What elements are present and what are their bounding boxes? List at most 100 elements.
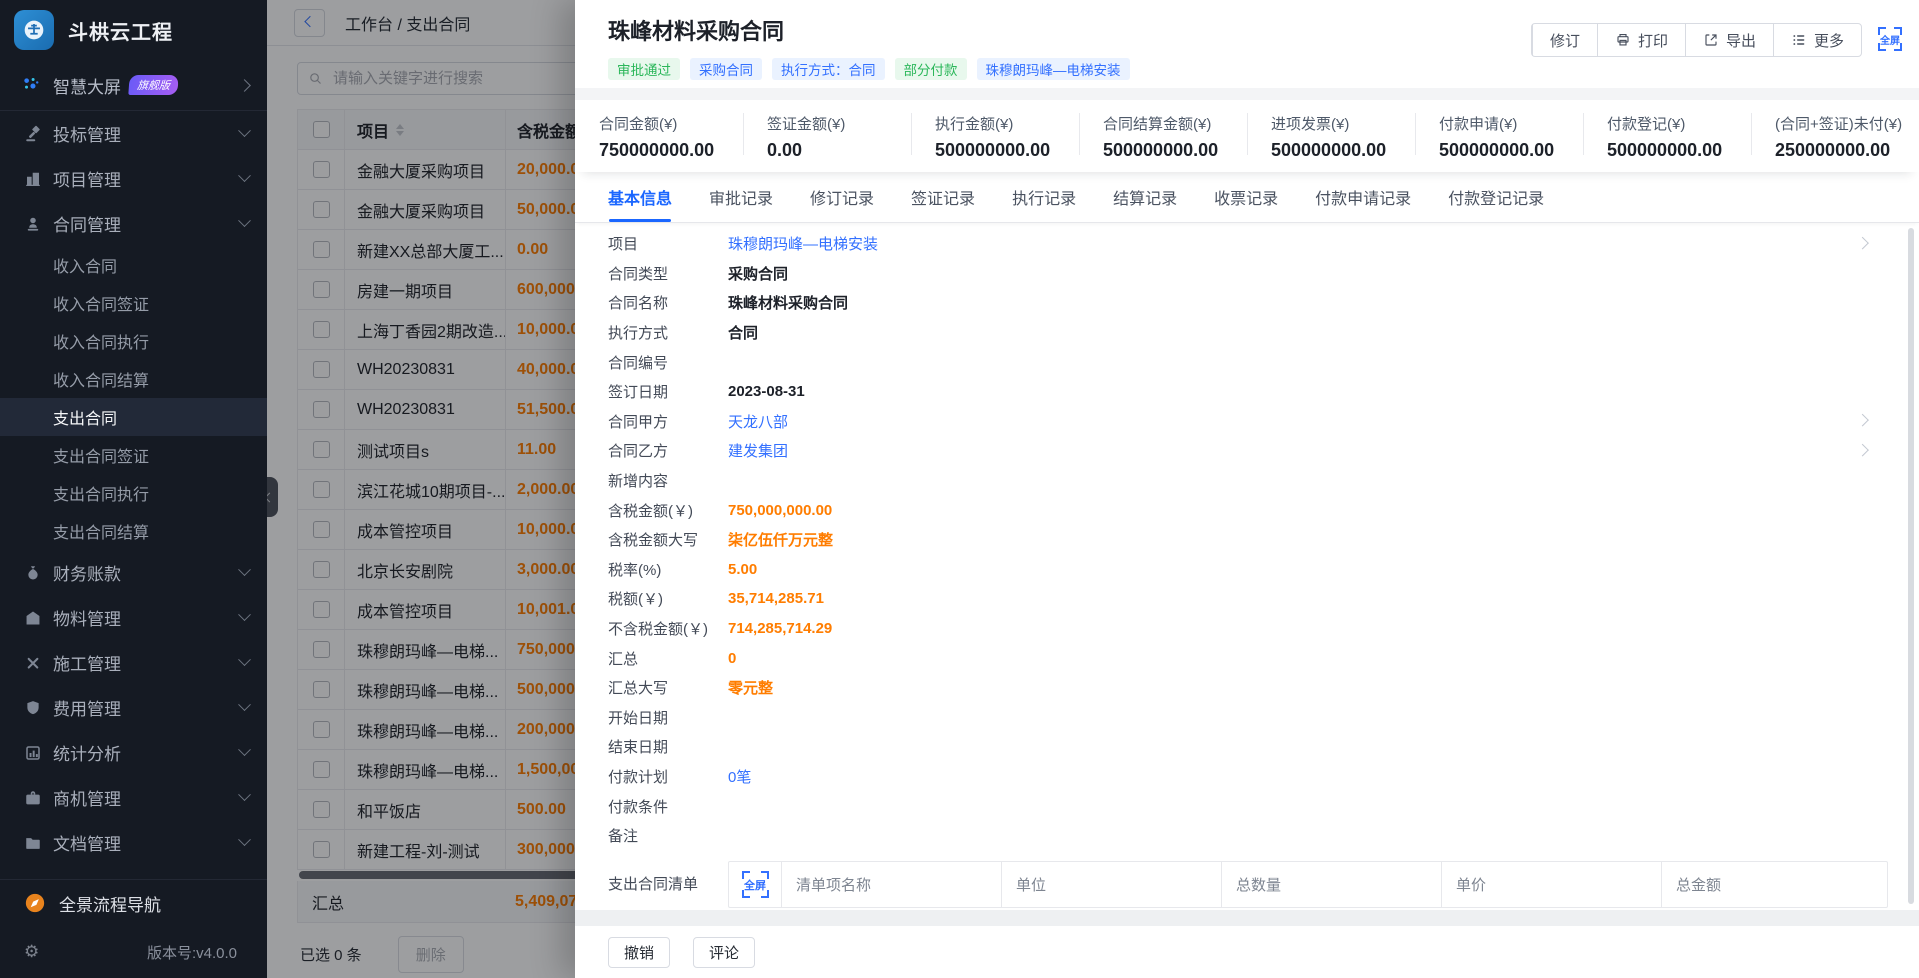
- table-fullscreen-icon[interactable]: 全屏: [742, 871, 769, 898]
- chevron-right-icon[interactable]: [1856, 444, 1869, 457]
- export-icon: [1703, 32, 1719, 48]
- list-column-header: 总数量: [1222, 862, 1442, 907]
- panorama-label: 全景流程导航: [59, 891, 161, 916]
- tab-label: 修订记录: [810, 185, 874, 209]
- summary-metric: (合同+签证)未付(¥) 250000000.00: [1751, 100, 1919, 172]
- field-row: 合同类型 采购合同: [608, 259, 1911, 289]
- tab-label: 付款申请记录: [1315, 185, 1411, 209]
- metric-value: 750000000.00: [599, 140, 743, 161]
- sidebar-menu-item[interactable]: 投标管理: [0, 111, 267, 156]
- field-row: 备注: [608, 821, 1911, 851]
- tab[interactable]: 修订记录: [810, 172, 874, 222]
- summary-metric: 付款登记(¥) 500000000.00: [1583, 100, 1751, 172]
- field-row: 执行方式 合同: [608, 318, 1911, 348]
- sidebar-menu-item[interactable]: 统计分析: [0, 730, 267, 775]
- sidebar-submenu-item[interactable]: 支出合同执行: [0, 474, 267, 512]
- vip-badge: 旗舰版: [128, 75, 178, 95]
- printer-icon: [1615, 32, 1631, 48]
- sidebar-submenu-item[interactable]: 收入合同结算: [0, 360, 267, 398]
- shield-icon: [24, 699, 42, 717]
- sidebar-submenu-item[interactable]: 收入合同执行: [0, 322, 267, 360]
- sidebar-menu-item[interactable]: 费用管理: [0, 685, 267, 730]
- metric-value: 0.00: [767, 140, 911, 161]
- metric-label: 合同金额(¥): [599, 113, 743, 134]
- tab[interactable]: 执行记录: [1012, 172, 1076, 222]
- field-row: 含税金额大写 柒亿伍仟万元整: [608, 525, 1911, 555]
- field-label: 汇总: [608, 648, 728, 669]
- app-logo-icon: [14, 10, 54, 50]
- action-button[interactable]: 导出: [1685, 24, 1773, 56]
- sidebar-menu-item[interactable]: 财务账款: [0, 550, 267, 595]
- metric-value: 250000000.00: [1775, 140, 1919, 161]
- sidebar-submenu-item[interactable]: 收入合同签证: [0, 284, 267, 322]
- tab[interactable]: 付款登记记录: [1448, 172, 1544, 222]
- version-text: 版本号:v4.0.0: [147, 942, 237, 963]
- sidebar-item-panorama-nav[interactable]: 全景流程导航: [0, 879, 267, 926]
- header-divider: [575, 88, 1919, 100]
- sidebar-submenu-item[interactable]: 支出合同签证: [0, 436, 267, 474]
- sidebar-menu-item[interactable]: 施工管理: [0, 640, 267, 685]
- field-label: 付款条件: [608, 796, 728, 817]
- field-row: 签订日期 2023-08-31: [608, 377, 1911, 407]
- field-value: 零元整: [728, 677, 773, 698]
- field-value: 珠穆朗玛峰—电梯安装: [728, 233, 878, 254]
- sidebar-menu-item[interactable]: 资金账户管理: [0, 865, 267, 880]
- footer-button[interactable]: 评论: [693, 937, 755, 968]
- drawer-header: 珠峰材料采购合同 审批通过 采购合同 执行方式：合同 部分付款 珠穆朗玛峰—电梯…: [575, 0, 1919, 88]
- sidebar-menu-item[interactable]: 合同管理: [0, 201, 267, 246]
- sidebar-submenu-label: 收入合同结算: [53, 367, 149, 391]
- sidebar-submenu-label: 支出合同执行: [53, 481, 149, 505]
- action-button[interactable]: 修订: [1532, 24, 1597, 56]
- action-button[interactable]: 打印: [1597, 24, 1685, 56]
- chevron-right-icon[interactable]: [1856, 237, 1869, 250]
- sidebar-item-smart-screen[interactable]: 智慧大屏 旗舰版: [0, 60, 267, 111]
- sidebar-menu-label: 投标管理: [53, 121, 240, 146]
- field-label: 开始日期: [608, 707, 728, 728]
- footer-button[interactable]: 撤销: [608, 937, 670, 968]
- tab[interactable]: 付款申请记录: [1315, 172, 1411, 222]
- sidebar-menu-label: 文档管理: [53, 830, 240, 855]
- tab[interactable]: 签证记录: [911, 172, 975, 222]
- field-row: 汇总大写 零元整: [608, 673, 1911, 703]
- tab-label: 收票记录: [1214, 185, 1278, 209]
- tab-label: 执行记录: [1012, 185, 1076, 209]
- metric-value: 500000000.00: [935, 140, 1079, 161]
- gear-icon[interactable]: ⚙: [24, 942, 39, 962]
- gavel-icon: [24, 125, 42, 143]
- status-tag: 执行方式：合同: [772, 58, 885, 80]
- fullscreen-icon[interactable]: 全屏: [1878, 27, 1902, 51]
- sidebar-menu-label: 统计分析: [53, 740, 240, 765]
- sidebar-submenu-item[interactable]: 收入合同: [0, 246, 267, 284]
- field-row: 含税金额(￥) 750,000,000.00: [608, 495, 1911, 525]
- action-button-label: 打印: [1638, 30, 1668, 51]
- sidebar-submenu-label: 收入合同执行: [53, 329, 149, 353]
- summary-metric: 进项发票(¥) 500000000.00: [1247, 100, 1415, 172]
- sidebar-submenu-item[interactable]: 支出合同: [0, 398, 267, 436]
- field-label: 合同甲方: [608, 411, 728, 432]
- field-row: 新增内容: [608, 466, 1911, 496]
- sidebar-submenu-label: 支出合同签证: [53, 443, 149, 467]
- detail-tabs: 基本信息 审批记录 修订记录 签证记录 执行记录 结算记录 收票记录: [575, 172, 1919, 223]
- field-value: 714,285,714.29: [728, 620, 832, 637]
- action-button[interactable]: 更多: [1773, 24, 1861, 56]
- sidebar-menu-item[interactable]: 商机管理: [0, 775, 267, 820]
- metric-label: 进项发票(¥): [1271, 113, 1415, 134]
- sidebar-menu-item[interactable]: 物料管理: [0, 595, 267, 640]
- field-row: 不含税金额(￥) 714,285,714.29: [608, 614, 1911, 644]
- drawer-scrollbar[interactable]: [1908, 228, 1914, 904]
- chevron-right-icon[interactable]: [1856, 414, 1869, 427]
- field-label: 合同类型: [608, 263, 728, 284]
- app-logo: 斗栱云工程: [0, 0, 267, 60]
- folder-icon: [24, 834, 42, 852]
- tab[interactable]: 结算记录: [1113, 172, 1177, 222]
- more-list-icon: [1791, 32, 1807, 48]
- field-row: 项目 珠穆朗玛峰—电梯安装: [608, 229, 1911, 259]
- sidebar-menu-item[interactable]: 文档管理: [0, 820, 267, 865]
- tab[interactable]: 收票记录: [1214, 172, 1278, 222]
- tab[interactable]: 基本信息: [608, 172, 672, 222]
- sidebar-submenu-item[interactable]: 支出合同结算: [0, 512, 267, 550]
- metric-label: (合同+签证)未付(¥): [1775, 113, 1919, 134]
- warehouse-icon: [24, 609, 42, 627]
- sidebar-menu-item[interactable]: 项目管理: [0, 156, 267, 201]
- tab[interactable]: 审批记录: [709, 172, 773, 222]
